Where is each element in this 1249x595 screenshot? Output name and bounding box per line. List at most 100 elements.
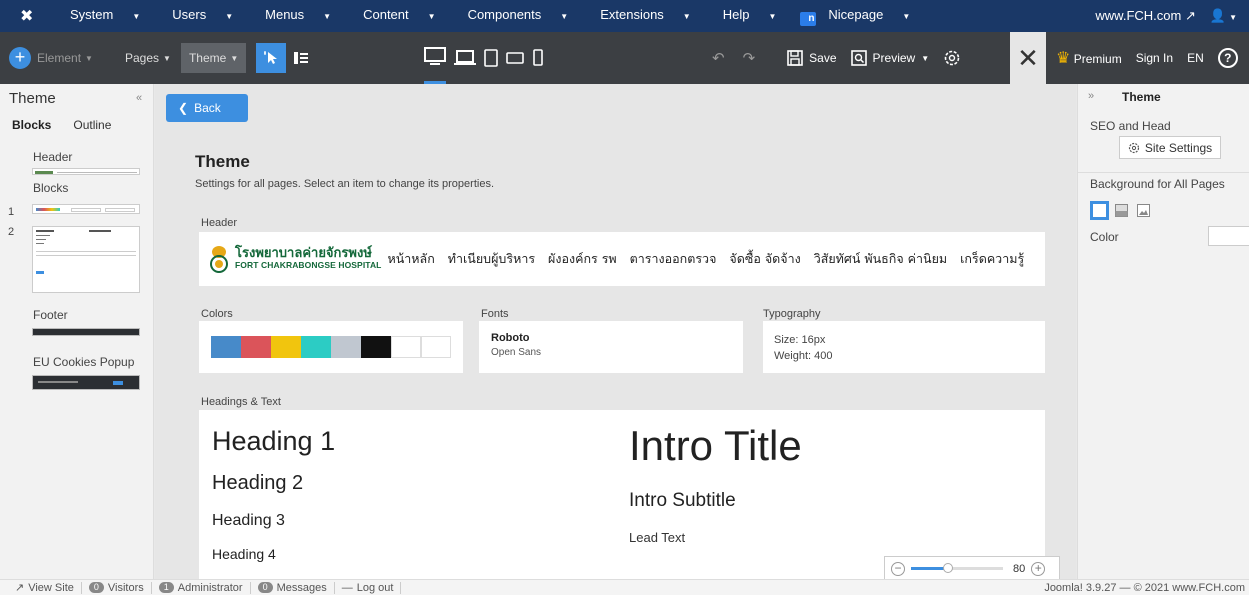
panel-title: Theme xyxy=(9,90,56,107)
section-cookies-label: EU Cookies Popup xyxy=(33,355,135,369)
undo-button[interactable]: ↶ xyxy=(712,49,725,67)
fonts-preview[interactable]: Roboto Open Sans xyxy=(479,321,743,373)
nav-item[interactable]: ตารางออกตรวจ xyxy=(630,249,717,269)
menu-content[interactable]: Content ▼ xyxy=(347,7,451,26)
heading-4-sample[interactable]: Heading 4 xyxy=(212,546,276,562)
background-image-option[interactable] xyxy=(1134,201,1153,220)
color-swatch[interactable] xyxy=(211,336,241,358)
preview-button[interactable]: Preview ▼ xyxy=(850,50,929,66)
headings-text-preview[interactable]: Heading 1 Heading 2 Heading 3 Heading 4 … xyxy=(199,410,1045,579)
phone-portrait-icon xyxy=(533,49,543,66)
block-1-thumbnail[interactable] xyxy=(32,204,140,214)
footer-thumbnail[interactable] xyxy=(32,328,140,336)
tab-blocks[interactable]: Blocks xyxy=(12,118,51,132)
menu-nicepage[interactable]: n Nicepage ▼ xyxy=(792,7,926,26)
site-settings-button[interactable]: Site Settings xyxy=(1119,136,1221,159)
nav-item[interactable]: เกร็ดความรู้ xyxy=(960,249,1024,269)
menu-menus[interactable]: Menus ▼ xyxy=(249,7,347,26)
block-2-thumbnail[interactable] xyxy=(32,226,140,293)
site-link[interactable]: www.FCH.com ↗ xyxy=(1095,8,1195,24)
zoom-in-button[interactable]: + xyxy=(1031,561,1046,576)
outline-toggle-button[interactable] xyxy=(286,43,316,73)
collapse-left-panel-button[interactable]: « xyxy=(136,92,142,104)
language-button[interactable]: EN xyxy=(1187,51,1204,65)
redo-button[interactable]: ↷ xyxy=(743,49,756,67)
zoom-control: − 80 + xyxy=(884,556,1060,581)
color-swatch[interactable] xyxy=(331,336,361,358)
theme-button[interactable]: Theme ▼ xyxy=(180,43,247,73)
plus-icon: + xyxy=(9,47,31,69)
premium-link[interactable]: ♛ Premium xyxy=(1056,48,1122,68)
heading-1-sample[interactable]: Heading 1 xyxy=(212,426,335,457)
caret-down-icon: ▼ xyxy=(427,11,436,21)
caret-down-icon: ▼ xyxy=(560,11,569,21)
lead-text-sample[interactable]: Lead Text xyxy=(629,530,685,545)
intro-subtitle-sample[interactable]: Intro Subtitle xyxy=(629,490,736,512)
laptop-view-button[interactable] xyxy=(454,32,476,84)
nav-item[interactable]: จัดซื้อ จัดจ้าง xyxy=(729,249,800,269)
menu-users[interactable]: Users ▼ xyxy=(156,7,249,26)
element-button[interactable]: + Element ▼ xyxy=(9,47,119,69)
heading-3-sample[interactable]: Heading 3 xyxy=(212,512,285,530)
color-swatch[interactable] xyxy=(361,336,391,358)
tablet-view-button[interactable] xyxy=(484,32,498,84)
header-thumbnail[interactable] xyxy=(32,168,140,175)
font-primary: Roboto xyxy=(491,332,530,344)
header-nav: หน้าหลัก ทำเนียบผู้บริหาร ผังองค์กร รพ ต… xyxy=(387,249,1024,269)
nav-item[interactable]: วิสัยทัศน์ พันธกิจ ค่านิยม xyxy=(814,249,947,269)
tab-outline[interactable]: Outline xyxy=(73,118,111,132)
back-button[interactable]: ❮ Back xyxy=(166,94,248,122)
external-link-icon: ↗ xyxy=(15,582,25,594)
color-swatch[interactable] xyxy=(391,336,421,358)
colors-section-label: Colors xyxy=(201,308,233,320)
typography-section-label: Typography xyxy=(763,308,821,320)
logout-link[interactable]: — Log out xyxy=(335,581,402,594)
nav-item[interactable]: ผังองค์กร รพ xyxy=(548,249,617,269)
undo-icon: ↶ xyxy=(712,50,725,67)
view-site-link[interactable]: ↗ View Site xyxy=(8,581,82,594)
nav-item[interactable]: หน้าหลัก xyxy=(387,249,434,269)
save-button[interactable]: Save xyxy=(787,50,837,66)
background-none-option[interactable] xyxy=(1090,201,1109,220)
color-swatch[interactable] xyxy=(301,336,331,358)
zoom-out-button[interactable]: − xyxy=(891,561,905,576)
help-button[interactable]: ? xyxy=(1217,48,1238,68)
intro-title-sample[interactable]: Intro Title xyxy=(629,422,802,470)
messages-link[interactable]: 0 Messages xyxy=(251,581,335,594)
menu-system[interactable]: System ▼ xyxy=(54,7,156,26)
color-swatch[interactable] xyxy=(241,336,271,358)
caret-down-icon: ▼ xyxy=(323,11,332,21)
joomla-admin-bar: ✖ System ▼ Users ▼ Menus ▼ Content ▼ Compone… xyxy=(0,0,1249,32)
external-link-icon: ↗ xyxy=(1184,8,1196,23)
expand-right-panel-button[interactable]: » xyxy=(1088,90,1094,102)
header-preview[interactable]: โรงพยาบาลค่ายจักรพงษ์ FORT CHAKRABONGSE … xyxy=(199,232,1045,286)
nav-item[interactable]: ทำเนียบผู้บริหาร xyxy=(448,249,535,269)
settings-button[interactable] xyxy=(943,49,961,67)
zoom-slider-handle[interactable] xyxy=(942,563,953,573)
color-swatch[interactable] xyxy=(271,336,301,358)
typography-preview[interactable]: Size: 16px Weight: 400 xyxy=(763,321,1045,373)
laptop-icon xyxy=(454,50,476,65)
background-color-option[interactable] xyxy=(1112,201,1131,220)
phone-landscape-view-button[interactable] xyxy=(506,32,524,84)
color-swatch[interactable] xyxy=(421,336,451,358)
menu-components[interactable]: Components ▼ xyxy=(452,7,585,26)
menu-help[interactable]: Help ▼ xyxy=(707,7,793,26)
joomla-logo-icon[interactable]: ✖ xyxy=(20,6,42,26)
pointer-tool-button[interactable] xyxy=(256,43,287,73)
pages-button[interactable]: Pages ▼ xyxy=(119,32,177,84)
desktop-view-button[interactable] xyxy=(424,32,446,84)
administrator-link[interactable]: 1 Administrator xyxy=(152,581,251,594)
visitors-link[interactable]: 0 Visitors xyxy=(82,581,152,594)
color-swatch-picker[interactable] xyxy=(1208,226,1249,246)
theme-canvas: ❮ Back Theme Settings for all pages. Sel… xyxy=(155,84,1076,579)
colors-preview[interactable] xyxy=(199,321,463,373)
phone-portrait-view-button[interactable] xyxy=(532,32,544,84)
menu-extensions[interactable]: Extensions ▼ xyxy=(584,7,707,26)
sign-in-link[interactable]: Sign In xyxy=(1136,51,1173,65)
zoom-slider[interactable] xyxy=(911,563,1003,573)
close-editor-button[interactable]: ✕ xyxy=(1010,32,1046,84)
cookies-thumbnail[interactable] xyxy=(32,375,140,390)
user-menu[interactable]: 👤 ▼ xyxy=(1210,8,1237,24)
heading-2-sample[interactable]: Heading 2 xyxy=(212,472,303,495)
